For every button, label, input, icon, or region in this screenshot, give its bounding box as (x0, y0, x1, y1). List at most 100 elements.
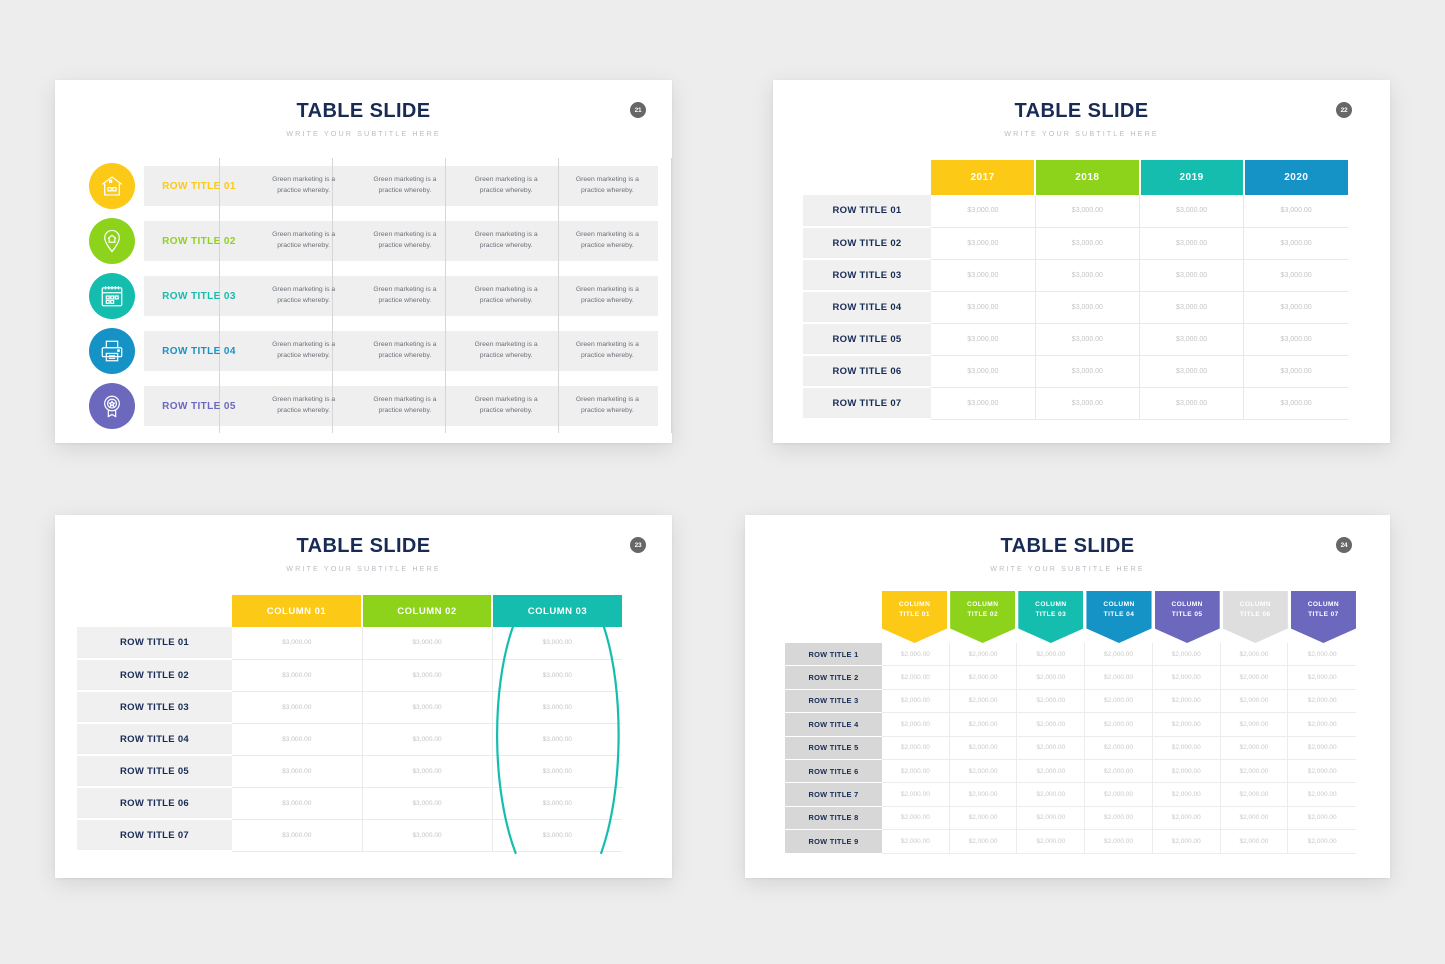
table-cell: Green marketing is a practice whereby. (575, 176, 639, 194)
table-cell: $3,000.00 (931, 355, 1036, 388)
table-cell: $2,000.00 (949, 736, 1018, 760)
table-cell: $2,000.00 (1220, 806, 1289, 831)
table-cell: $2,000.00 (1152, 806, 1221, 831)
slide-table-icon-rows[interactable]: TABLE SLIDE WRITE YOUR SUBTITLE HERE 21 … (55, 80, 672, 443)
table-cell: Green marketing is a practice whereby. (373, 176, 437, 194)
column-header[interactable]: COLUMN 02 (362, 595, 493, 627)
table-row[interactable]: ROW TITLE 03 $3,000.00 $3,000.00 $3,000.00 $… (803, 259, 1348, 292)
table-row[interactable]: ROW TITLE 04 $3,000.00 $3,000.00 $3,000.00 (77, 723, 622, 756)
table-row[interactable]: ROW TITLE 05 $3,000.00 $3,000.00 $3,000.00 (77, 755, 622, 788)
row-title-label: ROW TITLE 04 (162, 345, 236, 357)
table-row[interactable]: ROW TITLE 02 Green marketing is a practic… (89, 213, 658, 268)
data-column: $2,000.00 $2,000.00 $2,000.00 $2,000.00 $2,0… (1220, 643, 1289, 854)
table-row[interactable]: ROW TITLE 04 Green marketing is a practic… (89, 323, 658, 378)
year-table-wrapper: 2017 2018 2019 2020 ROW TITLE 01 $3,000.00 $3… (773, 160, 1390, 420)
row-title-label: ROW TITLE 06 (77, 787, 232, 820)
table-cell: Green marketing is a practice whereby. (474, 176, 538, 194)
page-title: TABLE SLIDE (1000, 535, 1135, 557)
table-row[interactable]: ROW TITLE 06 $3,000.00 $3,000.00 $3,000.00 (77, 787, 622, 820)
table-body: ROW TITLE 01 $3,000.00 $3,000.00 $3,000.00 $… (803, 195, 1348, 420)
row-title-label: ROW TITLE 8 (785, 806, 882, 831)
table-row[interactable]: ROW TITLE 05 Green marketing is a practic… (89, 378, 658, 433)
header-corner-blank (77, 595, 232, 627)
table-row[interactable]: ROW TITLE 03 $3,000.00 $3,000.00 $3,000.00 (77, 691, 622, 724)
row-title-label: ROW TITLE 5 (785, 736, 882, 760)
slide-deck: TABLE SLIDE WRITE YOUR SUBTITLE HERE 21 … (0, 0, 1445, 964)
header-corner-blank (803, 160, 931, 195)
table-cell: $2,000.00 (1017, 830, 1086, 854)
column-header-banner[interactable]: COLUMN TITLE 02 (950, 591, 1016, 643)
table-cell: $2,000.00 (1288, 737, 1357, 760)
table-row[interactable]: ROW TITLE 04 $3,000.00 $3,000.00 $3,000.00 $… (803, 291, 1348, 324)
column-header-banner[interactable]: COLUMN TITLE 01 (882, 591, 948, 643)
column-header[interactable]: COLUMN 03 (492, 595, 622, 627)
table-cell: Green marketing is a practice whereby. (272, 231, 336, 249)
column-header-label: COLUMN TITLE 07 (1307, 601, 1340, 618)
column-header-banner[interactable]: COLUMN TITLE 07 (1290, 591, 1356, 643)
table-row[interactable]: ROW TITLE 07 $3,000.00 $3,000.00 $3,000.00 $… (803, 387, 1348, 420)
table-cell: Green marketing is a practice whereby. (373, 286, 437, 304)
table-row[interactable]: ROW TITLE 01 $3,000.00 $3,000.00 $3,000.00 (77, 627, 622, 660)
column-header-label: COLUMN TITLE 04 (1103, 601, 1135, 618)
table-cell: $2,000.00 (1085, 783, 1153, 807)
table-head: COLUMN 01 COLUMN 02 COLUMN 03 (77, 595, 622, 627)
table-row[interactable]: ROW TITLE 02 $3,000.00 $3,000.00 $3,000.00 $… (803, 227, 1348, 260)
table-cell: $2,000.00 (882, 643, 950, 667)
table-row[interactable]: ROW TITLE 06 $3,000.00 $3,000.00 $3,000.00 $… (803, 355, 1348, 388)
table-row[interactable]: ROW TITLE 07 $3,000.00 $3,000.00 $3,000.00 (77, 819, 622, 852)
icon-row-table: ROW TITLE 01 Green marketing is a practic… (55, 158, 672, 433)
table-cell: $3,000.00 (232, 787, 363, 820)
row-cells: Green marketing is a practice whereby. Gr… (253, 331, 658, 371)
page-subtitle: WRITE YOUR SUBTITLE HERE (1004, 129, 1159, 138)
table-cell: $2,000.00 (1017, 713, 1086, 737)
table-row[interactable]: ROW TITLE 05 $3,000.00 $3,000.00 $3,000.00 $… (803, 323, 1348, 356)
slide-table-years[interactable]: TABLE SLIDE WRITE YOUR SUBTITLE HERE 22 … (773, 80, 1390, 443)
table-cell: $2,000.00 (1085, 689, 1153, 714)
table-cell: $3,000.00 (362, 755, 493, 788)
table-head: 2017 2018 2019 2020 (803, 160, 1348, 195)
table-cell: $2,000.00 (882, 806, 950, 831)
page-subtitle: WRITE YOUR SUBTITLE HERE (990, 564, 1145, 573)
slide-table-banner-columns[interactable]: TABLE SLIDE WRITE YOUR SUBTITLE HERE 24 … (745, 515, 1390, 878)
table-cell: Green marketing is a practice whereby. (575, 341, 639, 359)
table-cell: $3,000.00 (362, 723, 493, 756)
table-cell: $2,000.00 (1152, 666, 1221, 690)
column-header-banner[interactable]: COLUMN TITLE 05 (1154, 591, 1220, 643)
row-title-label: ROW TITLE 1 (785, 643, 882, 667)
table-cell: $2,000.00 (1220, 736, 1289, 760)
table-cell: $2,000.00 (1288, 690, 1357, 714)
table-cell: $2,000.00 (1085, 830, 1153, 854)
table-cell: $3,000.00 (1243, 355, 1348, 388)
column-header[interactable]: 2019 (1139, 160, 1245, 195)
column-header-banner[interactable]: COLUMN TITLE 06 (1222, 591, 1288, 643)
column-header-banner[interactable]: COLUMN TITLE 03 (1018, 591, 1084, 643)
table-row[interactable]: ROW TITLE 02 $3,000.00 $3,000.00 $3,000.00 (77, 659, 622, 692)
page-number-badge: 23 (630, 537, 646, 553)
table-cell: $3,000.00 (1139, 195, 1245, 228)
row-title-label: ROW TITLE 06 (803, 355, 931, 388)
column-header-banner[interactable]: COLUMN TITLE 04 (1086, 591, 1152, 643)
column-header[interactable]: 2018 (1035, 160, 1141, 195)
table-cell: $2,000.00 (882, 689, 950, 714)
table-row[interactable]: ROW TITLE 01 $3,000.00 $3,000.00 $3,000.00 $… (803, 195, 1348, 228)
table-cell: $2,000.00 (1288, 643, 1357, 667)
column-header[interactable]: 2017 (931, 160, 1037, 195)
table-cell: $3,000.00 (492, 755, 622, 788)
table-row[interactable]: ROW TITLE 01 Green marketing is a practic… (89, 158, 658, 213)
table-cell: $3,000.00 (1243, 259, 1348, 292)
table-row[interactable]: ROW TITLE 03 Green marketing is a practic… (89, 268, 658, 323)
table-cell: $3,000.00 (1139, 227, 1245, 260)
table-cell: $2,000.00 (949, 666, 1018, 690)
table-cell: $2,000.00 (949, 689, 1018, 714)
row-title-label: ROW TITLE 4 (785, 713, 882, 737)
row-title-label: ROW TITLE 2 (785, 666, 882, 690)
table-cell: $2,000.00 (1085, 713, 1153, 737)
slide-table-columns-highlight[interactable]: TABLE SLIDE WRITE YOUR SUBTITLE HERE 23 … (55, 515, 672, 878)
column-header[interactable]: COLUMN 01 (232, 595, 363, 627)
column-header[interactable]: 2020 (1243, 160, 1348, 195)
row-cells: Green marketing is a practice whereby. Gr… (253, 276, 658, 316)
table-cell: Green marketing is a practice whereby. (575, 231, 639, 249)
table-cell: $3,000.00 (492, 723, 622, 756)
table-header-row: COLUMN 01 COLUMN 02 COLUMN 03 (77, 595, 622, 627)
table-cell: $2,000.00 (1085, 736, 1153, 760)
